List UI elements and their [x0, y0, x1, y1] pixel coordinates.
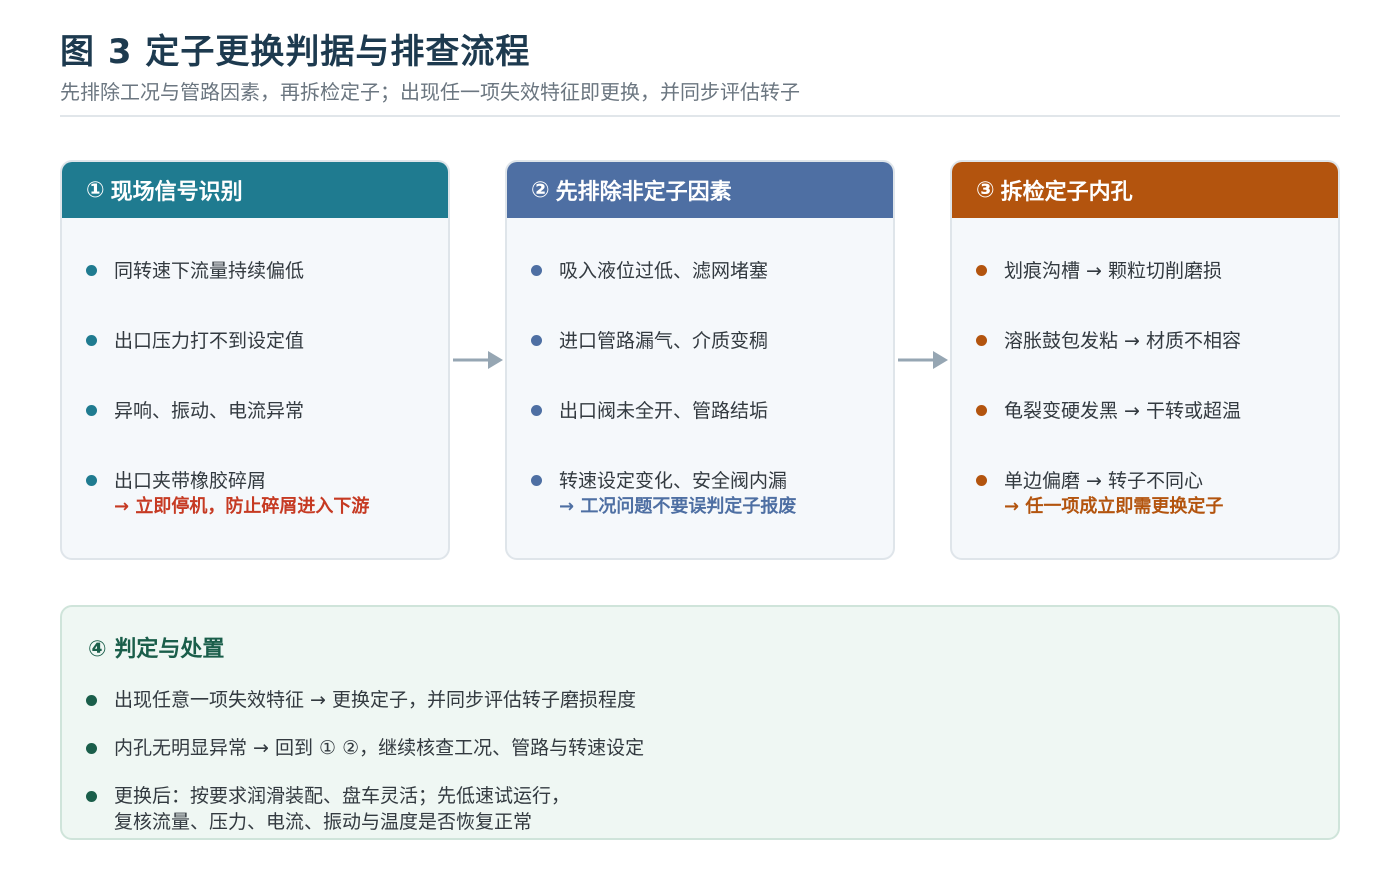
list-item: 吸入液位过低、滤网堵塞 [531, 258, 883, 284]
step-number: ④ [88, 637, 107, 662]
list-item: 更换后：按要求润滑装配、盘车灵活；先低速试运行， 复核流量、压力、电流、振动与温度… [86, 783, 570, 835]
bullet-icon [86, 405, 97, 416]
list-item: 溶胀鼓包发粘 → 材质不相容 [976, 328, 1328, 354]
list-item: 同转速下流量持续偏低 [86, 258, 438, 284]
bullet-icon [531, 265, 542, 276]
bullet-icon [86, 335, 97, 346]
action-note: → 任一项成立即需更换定子 [1004, 496, 1224, 517]
bullet-icon [531, 475, 542, 486]
bullet-icon [976, 405, 987, 416]
card-title: 先排除非定子因素 [555, 180, 732, 205]
bullet-icon [976, 335, 987, 346]
list-item: 异响、振动、电流异常 [86, 398, 438, 424]
bullet-icon [86, 743, 97, 754]
decision-panel: ④ 判定与处置 出现任意一项失效特征 → 更换定子，并同步评估转子磨损程度 内孔… [60, 605, 1340, 840]
list-item: 出口阀未全开、管路结垢 [531, 398, 883, 424]
list-item: 划痕沟槽 → 颗粒切削磨损 [976, 258, 1328, 284]
action-note: → 工况问题不要误判定子报废 [559, 496, 797, 517]
bullet-icon [531, 405, 542, 416]
step-number: ① [86, 177, 105, 203]
panel-title: ④ 判定与处置 [88, 631, 224, 663]
list-item: 出口压力打不到设定值 [86, 328, 438, 354]
card-header: ③ 拆检定子内孔 [952, 162, 1338, 218]
card-title: 现场信号识别 [110, 180, 243, 205]
page-subtitle: 先排除工况与管路因素，再拆检定子；出现任一项失效特征即更换，并同步评估转子 [60, 80, 800, 104]
title-divider [60, 115, 1340, 117]
flow-arrow-icon [453, 351, 503, 369]
list-item: 内孔无明显异常 → 回到 ① ②，继续核查工况、管路与转速设定 [86, 735, 644, 761]
card-title: 拆检定子内孔 [1000, 180, 1133, 205]
panel-heading: 判定与处置 [114, 637, 225, 662]
flow-arrow-icon [898, 351, 948, 369]
bullet-icon [976, 475, 987, 486]
card-exclude-non-stator: ② 先排除非定子因素 吸入液位过低、滤网堵塞 进口管路漏气、介质变稠 出口阀未全… [505, 160, 895, 560]
step-number: ③ [976, 177, 995, 203]
list-item: 出口夹带橡胶碎屑 → 立即停机，防止碎屑进入下游 [86, 468, 438, 520]
bullet-icon [86, 695, 97, 706]
bullet-icon [86, 791, 97, 802]
list-item: 进口管路漏气、介质变稠 [531, 328, 883, 354]
action-note: → 立即停机，防止碎屑进入下游 [114, 496, 370, 517]
list-item: 转速设定变化、安全阀内漏 → 工况问题不要误判定子报废 [531, 468, 883, 520]
card-stator-inspection: ③ 拆检定子内孔 划痕沟槽 → 颗粒切削磨损 溶胀鼓包发粘 → 材质不相容 龟裂… [950, 160, 1340, 560]
list-item: 龟裂变硬发黑 → 干转或超温 [976, 398, 1328, 424]
bullet-icon [86, 265, 97, 276]
bullet-icon [976, 265, 987, 276]
card-header: ② 先排除非定子因素 [507, 162, 893, 218]
bullet-icon [531, 335, 542, 346]
bullet-icon [86, 475, 97, 486]
list-item: 出现任意一项失效特征 → 更换定子，并同步评估转子磨损程度 [86, 687, 636, 713]
step-number: ② [531, 177, 550, 203]
page-title: 图 3 定子更换判据与排查流程 [60, 32, 531, 72]
list-item: 单边偏磨 → 转子不同心 → 任一项成立即需更换定子 [976, 468, 1328, 520]
card-signal-identification: ① 现场信号识别 同转速下流量持续偏低 出口压力打不到设定值 异响、振动、电流异… [60, 160, 450, 560]
card-header: ① 现场信号识别 [62, 162, 448, 218]
